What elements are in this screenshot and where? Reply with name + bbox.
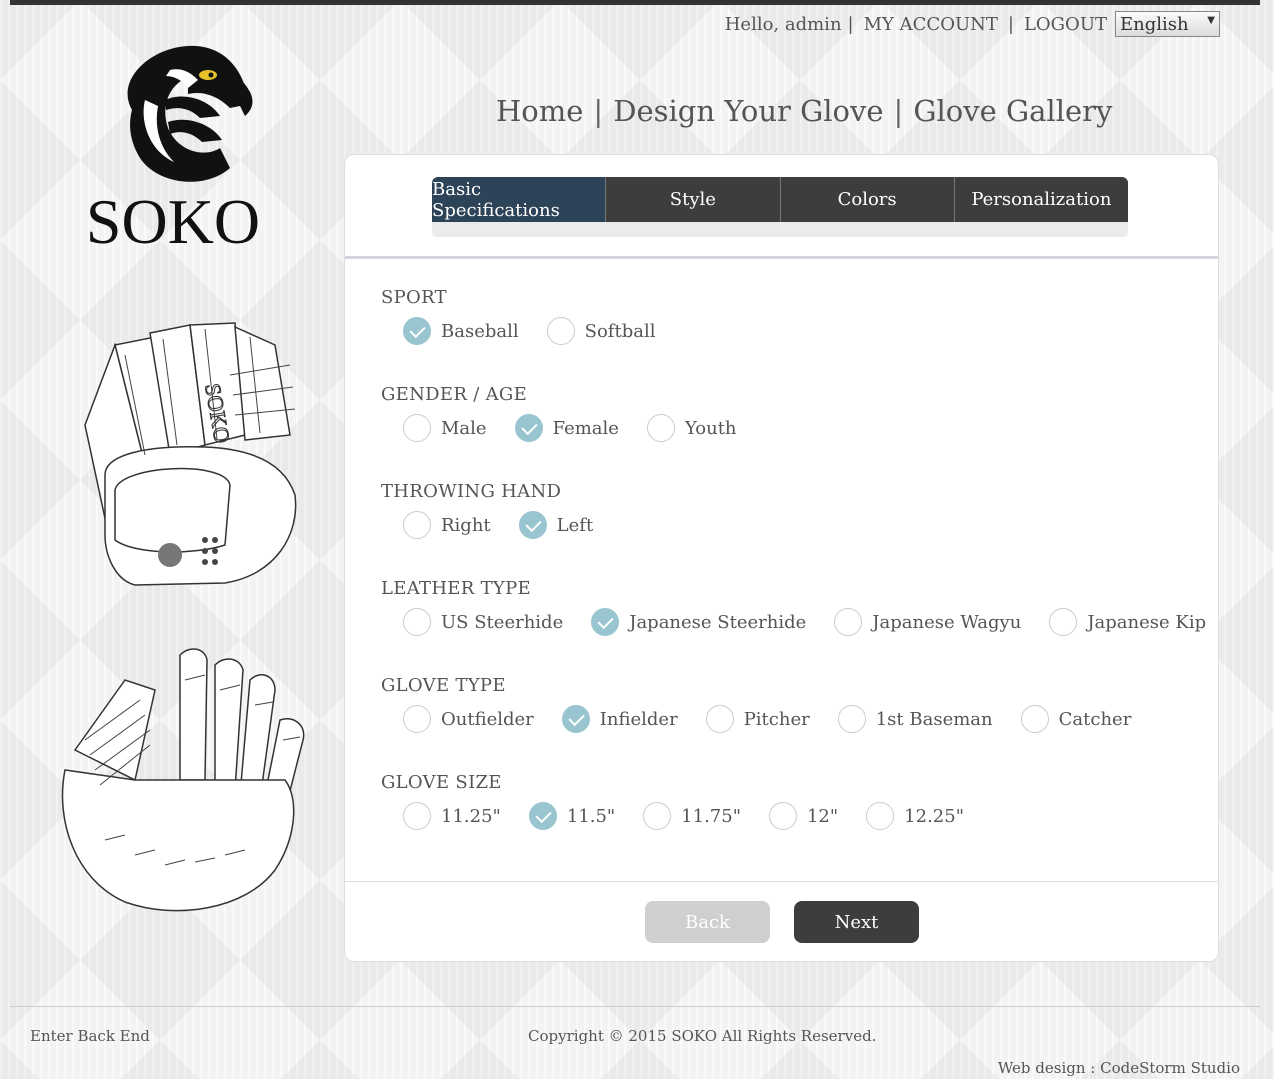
back-button[interactable]: Back — [645, 901, 770, 943]
option-size-11-75[interactable]: 11.75" — [643, 802, 741, 830]
option-size-11-25[interactable]: 11.25" — [403, 802, 501, 830]
dropdown-arrow-icon: ▼ — [1207, 14, 1215, 26]
option-japanese-kip[interactable]: Japanese Kip — [1049, 608, 1206, 636]
section-throwing-hand: THROWING HAND Right Left — [381, 481, 593, 539]
radio[interactable] — [403, 511, 431, 539]
option-japanese-wagyu[interactable]: Japanese Wagyu — [834, 608, 1021, 636]
separator: | — [847, 13, 854, 35]
nav-home[interactable]: Home — [496, 94, 583, 128]
tab-personalization[interactable]: Personalization — [954, 177, 1128, 222]
radio[interactable] — [866, 802, 895, 830]
language-select[interactable]: English ▼ — [1115, 11, 1220, 37]
designer-panel: Basic Specifications Style Colors Person… — [344, 154, 1219, 962]
radio-checked[interactable] — [591, 608, 620, 636]
tab-style[interactable]: Style — [606, 177, 781, 222]
radio[interactable] — [837, 705, 866, 733]
section-title: SPORT — [381, 287, 447, 308]
radio[interactable] — [403, 705, 431, 733]
section-title: GENDER / AGE — [381, 384, 528, 405]
divider — [345, 881, 1218, 882]
logout-link[interactable]: LOGOUT — [1024, 14, 1107, 35]
tab-colors[interactable]: Colors — [780, 177, 955, 222]
option-youth[interactable]: Youth — [646, 414, 737, 442]
radio[interactable] — [768, 802, 797, 830]
top-bar — [10, 0, 1260, 5]
radio-checked[interactable] — [403, 317, 431, 345]
radio[interactable] — [646, 414, 675, 442]
option-1st-baseman[interactable]: 1st Baseman — [837, 705, 993, 733]
section-gender-age: GENDER / AGE Male Female Youth — [381, 384, 737, 442]
web-design-credit: Web design : CodeStorm Studio — [997, 1059, 1240, 1077]
option-size-11-5[interactable]: 11.5" — [528, 802, 615, 830]
eagle-icon — [127, 45, 253, 182]
radio-checked[interactable] — [514, 414, 543, 442]
option-japanese-steerhide[interactable]: Japanese Steerhide — [591, 608, 806, 636]
radio[interactable] — [1020, 705, 1049, 733]
divider — [345, 256, 1218, 259]
section-title: THROWING HAND — [381, 481, 562, 502]
option-left[interactable]: Left — [518, 511, 593, 539]
my-account-link[interactable]: MY ACCOUNT — [864, 14, 998, 35]
copyright-text: Copyright © 2015 SOKO All Rights Reserve… — [528, 1027, 877, 1045]
greeting: Hello, admin — [724, 13, 842, 35]
footer-divider — [10, 1006, 1260, 1007]
section-sport: SPORT Baseball Softball — [381, 287, 655, 345]
glove-palm-illustration — [61, 648, 305, 912]
radio[interactable] — [546, 317, 575, 345]
option-baseball[interactable]: Baseball — [403, 317, 519, 345]
nav-separator: | — [893, 94, 904, 128]
glove-back-illustration: SOKO — [84, 322, 297, 586]
option-size-12-25[interactable]: 12.25" — [866, 802, 964, 830]
main-nav: Home | Design Your Glove | Glove Gallery — [496, 94, 1112, 128]
option-male[interactable]: Male — [403, 414, 487, 442]
radio[interactable] — [403, 802, 431, 830]
option-pitcher[interactable]: Pitcher — [705, 705, 810, 733]
section-glove-type: GLOVE TYPE Outfielder Infielder Pitcher … — [381, 675, 1131, 733]
radio[interactable] — [1049, 608, 1078, 636]
step-tabs: Basic Specifications Style Colors Person… — [432, 177, 1128, 237]
section-glove-size: GLOVE SIZE 11.25" 11.5" 11.75" 12" 12.25… — [381, 772, 964, 830]
soko-logo[interactable]: SOKO — [70, 40, 280, 255]
option-softball[interactable]: Softball — [546, 317, 655, 345]
nav-separator: | — [593, 94, 604, 128]
next-button[interactable]: Next — [794, 901, 919, 943]
option-right[interactable]: Right — [403, 511, 491, 539]
section-title: LEATHER TYPE — [381, 578, 531, 599]
user-bar: Hello, admin | MY ACCOUNT | LOGOUT Engli… — [725, 11, 1220, 37]
section-title: GLOVE TYPE — [381, 675, 506, 696]
radio[interactable] — [403, 414, 431, 442]
logo-text: SOKO — [86, 186, 260, 255]
option-catcher[interactable]: Catcher — [1020, 705, 1131, 733]
radio[interactable] — [403, 608, 431, 636]
section-title: GLOVE SIZE — [381, 772, 502, 793]
nav-design-your-glove[interactable]: Design Your Glove — [613, 94, 883, 128]
enter-back-end-link[interactable]: Enter Back End — [30, 1027, 150, 1045]
tab-basic-specifications[interactable]: Basic Specifications — [432, 177, 607, 222]
option-female[interactable]: Female — [514, 414, 619, 442]
radio[interactable] — [834, 608, 863, 636]
option-infielder[interactable]: Infielder — [561, 705, 678, 733]
option-size-12[interactable]: 12" — [768, 802, 838, 830]
radio-checked[interactable] — [528, 802, 557, 830]
section-leather-type: LEATHER TYPE US Steerhide Japanese Steer… — [381, 578, 1206, 636]
separator: | — [1007, 13, 1014, 35]
nav-glove-gallery[interactable]: Glove Gallery — [913, 94, 1112, 128]
radio-checked[interactable] — [561, 705, 590, 733]
language-value: English — [1120, 13, 1189, 35]
option-us-steerhide[interactable]: US Steerhide — [403, 608, 563, 636]
radio[interactable] — [705, 705, 734, 733]
radio[interactable] — [643, 802, 672, 830]
radio-checked[interactable] — [518, 511, 547, 539]
option-outfielder[interactable]: Outfielder — [403, 705, 534, 733]
